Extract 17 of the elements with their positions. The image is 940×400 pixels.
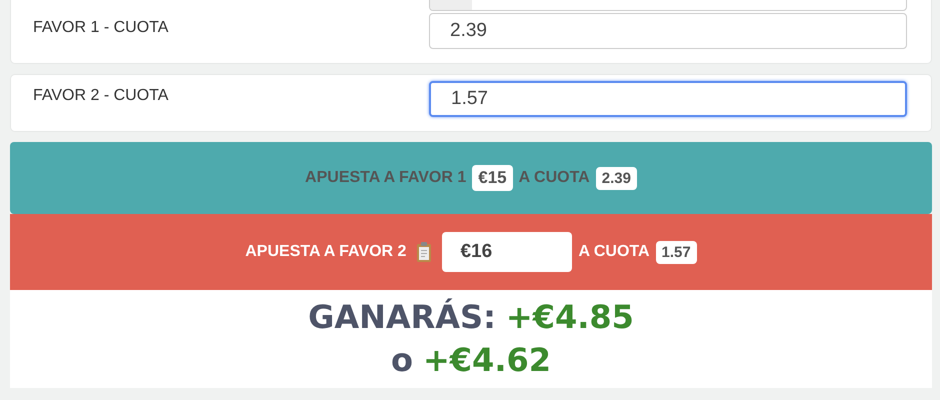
odds-value: 1.57	[656, 240, 697, 264]
result-label: GANARÁS:	[308, 297, 496, 338]
odds-label: A CUOTA	[518, 169, 590, 187]
profit-value: +€4.85	[506, 297, 634, 338]
profit-value: +€4.62	[422, 340, 551, 381]
stake-input[interactable]: €16	[442, 232, 572, 272]
bet-label: APUESTA A FAVOR 2	[245, 243, 406, 261]
stake-amount: €15	[472, 165, 513, 191]
odds-input[interactable]: 1.57	[429, 81, 907, 117]
odds-value: 2.39	[596, 166, 637, 190]
result-joiner: o	[390, 340, 413, 381]
bet-label: APUESTA A FAVOR 1	[305, 169, 466, 187]
odds-label: A CUOTA	[578, 243, 650, 261]
field-label: FAVOR 2 - CUOTA	[33, 86, 170, 105]
field-label: FAVOR 1 - CUOTA	[33, 18, 170, 37]
odds-input[interactable]: 2.39	[429, 13, 907, 49]
clipboard-icon[interactable]	[416, 241, 432, 263]
